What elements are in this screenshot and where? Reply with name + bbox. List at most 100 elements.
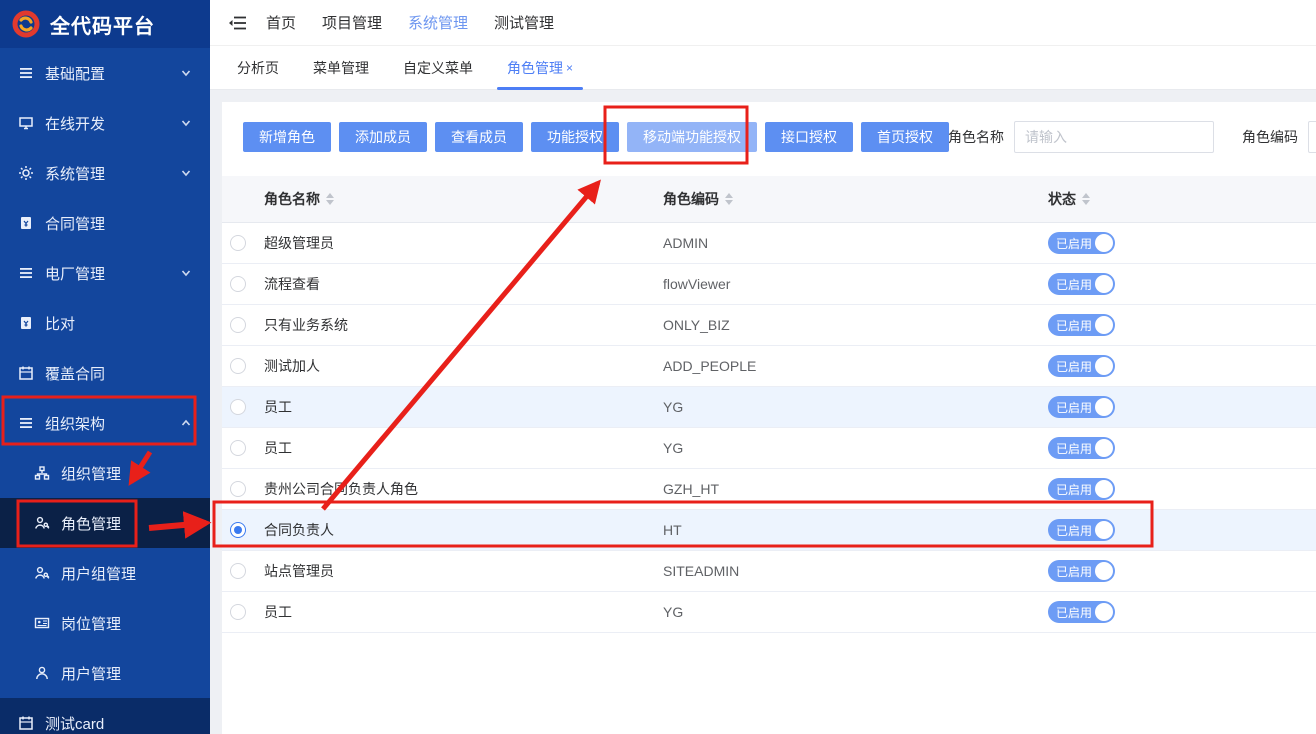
menu-lines-icon <box>18 415 34 431</box>
status-label: 已启用 <box>1056 235 1092 252</box>
sidebar-item-test-card[interactable]: 测试card <box>0 698 210 734</box>
nav-item-system-mgmt[interactable]: 系统管理 <box>408 12 468 33</box>
add-member-button[interactable]: 添加成员 <box>339 122 427 152</box>
sidebar-item-user-mgmt[interactable]: 用户管理 <box>0 648 210 698</box>
tab-analysis[interactable]: 分析页 <box>237 46 279 90</box>
status-toggle[interactable]: 已启用 <box>1048 396 1115 418</box>
tab-custom-menu[interactable]: 自定义菜单 <box>403 46 473 90</box>
status-toggle[interactable]: 已启用 <box>1048 519 1115 541</box>
status-toggle[interactable]: 已启用 <box>1048 314 1115 336</box>
sort-desc-icon[interactable] <box>1082 200 1090 205</box>
sort-desc-icon[interactable] <box>725 200 733 205</box>
table-row[interactable]: 流程查看 flowViewer 已启用 <box>222 264 1316 305</box>
sidebar-item-label: 组织管理 <box>61 463 121 484</box>
status-toggle[interactable]: 已启用 <box>1048 273 1115 295</box>
table-row-selected[interactable]: 合同负责人 HT 已启用 <box>222 510 1316 551</box>
status-toggle[interactable]: 已启用 <box>1048 437 1115 459</box>
table-row[interactable]: 贵州公司合同负责人角色 GZH_HT 已启用 <box>222 469 1316 510</box>
menu-lines-icon <box>18 65 34 81</box>
column-header-role-code[interactable]: 角色编码 <box>663 189 1048 209</box>
table-header-row: 角色名称 角色编码 状态 <box>222 176 1316 223</box>
sidebar-item-plant-mgmt[interactable]: 电厂管理 <box>0 248 210 298</box>
add-role-button[interactable]: 新增角色 <box>243 122 331 152</box>
mobile-function-auth-button[interactable]: 移动端功能授权 <box>627 122 757 152</box>
role-code-filter-input[interactable] <box>1308 121 1316 153</box>
sidebar-item-compare[interactable]: 比对 <box>0 298 210 348</box>
sidebar-item-contract-mgmt[interactable]: 合同管理 <box>0 198 210 248</box>
row-radio[interactable] <box>230 399 246 415</box>
person-icon <box>34 665 50 681</box>
sidebar-item-system-mgmt[interactable]: 系统管理 <box>0 148 210 198</box>
chevron-down-icon <box>180 267 192 279</box>
sort-icons[interactable] <box>725 193 733 205</box>
view-members-button[interactable]: 查看成员 <box>435 122 523 152</box>
row-radio[interactable] <box>230 276 246 292</box>
function-auth-button[interactable]: 功能授权 <box>531 122 619 152</box>
status-toggle[interactable]: 已启用 <box>1048 355 1115 377</box>
status-toggle[interactable]: 已启用 <box>1048 560 1115 582</box>
sidebar-item-label: 用户管理 <box>61 663 121 684</box>
table-row[interactable]: 员工 YG 已启用 <box>222 592 1316 633</box>
sort-asc-icon[interactable] <box>725 193 733 198</box>
sidebar-item-online-dev[interactable]: 在线开发 <box>0 98 210 148</box>
tab-role-mgmt[interactable]: 角色管理 × <box>507 46 573 90</box>
table-row[interactable]: 超级管理员 ADMIN 已启用 <box>222 223 1316 264</box>
status-toggle[interactable]: 已启用 <box>1048 601 1115 623</box>
row-radio[interactable] <box>230 358 246 374</box>
sidebar-item-basic-config[interactable]: 基础配置 <box>0 48 210 98</box>
nav-item-home[interactable]: 首页 <box>266 12 296 33</box>
role-name-cell: 员工 <box>264 397 663 417</box>
sidebar-item-label: 组织架构 <box>45 413 105 434</box>
column-header-status[interactable]: 状态 <box>1048 189 1316 209</box>
status-label: 已启用 <box>1056 317 1092 334</box>
row-radio[interactable] <box>230 440 246 456</box>
sidebar-item-label: 岗位管理 <box>61 613 121 634</box>
sort-icons[interactable] <box>326 193 334 205</box>
status-toggle[interactable]: 已启用 <box>1048 232 1115 254</box>
sort-icons[interactable] <box>1082 193 1090 205</box>
table-row[interactable]: 员工 YG 已启用 <box>222 428 1316 469</box>
row-radio-selected[interactable] <box>230 522 246 538</box>
filter-bar: 角色名称 角色编码 <box>948 121 1316 153</box>
row-radio[interactable] <box>230 317 246 333</box>
table-row[interactable]: 站点管理员 SITEADMIN 已启用 <box>222 551 1316 592</box>
table-row[interactable]: 只有业务系统 ONLY_BIZ 已启用 <box>222 305 1316 346</box>
api-auth-button[interactable]: 接口授权 <box>765 122 853 152</box>
status-label: 已启用 <box>1056 358 1092 375</box>
nav-item-test-mgmt[interactable]: 测试管理 <box>494 12 554 33</box>
chevron-up-icon <box>180 417 192 429</box>
status-label: 已启用 <box>1056 276 1092 293</box>
sidebar-item-post-mgmt[interactable]: 岗位管理 <box>0 598 210 648</box>
toggle-knob <box>1095 234 1113 252</box>
sort-desc-icon[interactable] <box>326 200 334 205</box>
close-icon[interactable]: × <box>566 62 573 74</box>
sidebar-item-label: 电厂管理 <box>45 263 105 284</box>
toggle-knob <box>1095 562 1113 580</box>
table-row[interactable]: 员工 YG 已启用 <box>222 387 1316 428</box>
column-header-role-name[interactable]: 角色名称 <box>264 189 663 209</box>
sidebar-item-role-mgmt[interactable]: 角色管理 <box>0 498 210 548</box>
row-radio[interactable] <box>230 235 246 251</box>
sidebar-item-label: 角色管理 <box>61 513 121 534</box>
status-toggle[interactable]: 已启用 <box>1048 478 1115 500</box>
tab-menu-mgmt[interactable]: 菜单管理 <box>313 46 369 90</box>
sidebar-item-org-mgmt[interactable]: 组织管理 <box>0 448 210 498</box>
role-code-cell: YG <box>663 604 1048 620</box>
homepage-auth-button[interactable]: 首页授权 <box>861 122 949 152</box>
sidebar-item-org-structure[interactable]: 组织架构 <box>0 398 210 448</box>
app-logo-icon <box>12 10 40 38</box>
row-radio[interactable] <box>230 604 246 620</box>
org-tree-icon <box>34 465 50 481</box>
role-name-filter-input[interactable] <box>1014 121 1214 153</box>
menu-fold-icon[interactable] <box>228 13 248 33</box>
role-name-cell: 贵州公司合同负责人角色 <box>264 479 663 499</box>
sort-asc-icon[interactable] <box>1082 193 1090 198</box>
sort-asc-icon[interactable] <box>326 193 334 198</box>
sidebar-item-user-group-mgmt[interactable]: 用户组管理 <box>0 548 210 598</box>
sidebar-item-cover-contract[interactable]: 覆盖合同 <box>0 348 210 398</box>
row-radio[interactable] <box>230 563 246 579</box>
nav-item-project-mgmt[interactable]: 项目管理 <box>322 12 382 33</box>
row-radio[interactable] <box>230 481 246 497</box>
sidebar-item-label: 比对 <box>45 313 75 334</box>
table-row[interactable]: 测试加人 ADD_PEOPLE 已启用 <box>222 346 1316 387</box>
